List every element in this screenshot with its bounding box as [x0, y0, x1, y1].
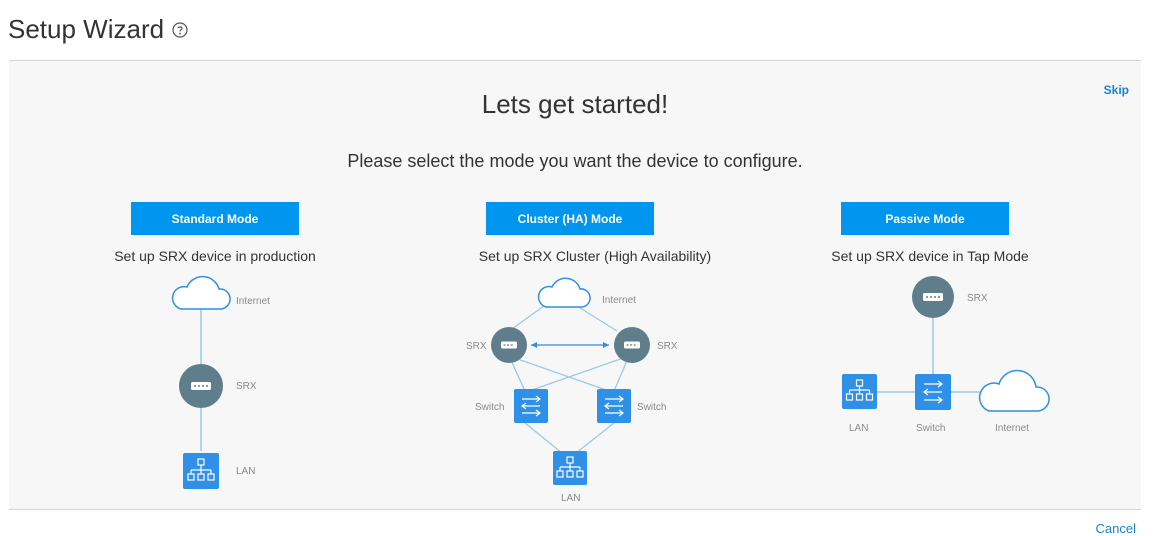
- cancel-link[interactable]: Cancel: [1096, 521, 1136, 536]
- internet-label: Internet: [236, 296, 270, 307]
- standard-mode-button[interactable]: Standard Mode: [131, 202, 299, 235]
- lan-label: LAN: [849, 423, 868, 434]
- page-title: Setup Wizard: [8, 14, 165, 44]
- switch-icon: [597, 389, 631, 423]
- switch-right-label: Switch: [637, 402, 666, 413]
- standard-mode-diagram: Internet SRX LAN: [171, 275, 270, 489]
- switch-label: Switch: [916, 423, 945, 434]
- switch-icon: [915, 374, 951, 410]
- link-line: [528, 355, 630, 392]
- setup-wizard-page: Setup Wizard Skip Lets get started! Plea…: [0, 0, 1153, 536]
- passive-mode-button[interactable]: Passive Mode: [841, 202, 1009, 235]
- firewall-icon: [179, 364, 223, 408]
- title-row: Setup Wizard: [8, 14, 188, 45]
- internet-label: Internet: [995, 423, 1029, 434]
- cluster-mode-button[interactable]: Cluster (HA) Mode: [486, 202, 654, 235]
- cluster-link: [531, 342, 609, 348]
- cloud-icon: [171, 275, 231, 310]
- firewall-icon: [491, 327, 527, 363]
- lan-label: LAN: [561, 493, 580, 504]
- wizard-panel: Skip Lets get started! Please select the…: [9, 60, 1141, 510]
- cluster-mode-description: Set up SRX Cluster (High Availability): [478, 248, 712, 264]
- passive-mode-diagram: SRX LAN Switch Internet: [842, 276, 1050, 434]
- firewall-icon: [912, 276, 954, 318]
- standard-mode-description: Set up SRX device in production: [114, 248, 316, 264]
- network-icon: [183, 453, 219, 489]
- firewall-icon: [614, 327, 650, 363]
- passive-mode-description: Set up SRX device in Tap Mode: [831, 248, 1029, 264]
- link-line: [575, 422, 615, 454]
- srx-label: SRX: [967, 293, 988, 304]
- cloud-icon: [978, 369, 1050, 412]
- lan-label: LAN: [236, 466, 255, 477]
- internet-label: Internet: [602, 295, 636, 306]
- switch-left-label: Switch: [475, 402, 504, 413]
- srx-label: SRX: [236, 381, 257, 392]
- srx-left-label: SRX: [466, 341, 487, 352]
- network-icon: [842, 374, 877, 409]
- wizard-subheading: Please select the mode you want the devi…: [347, 151, 803, 171]
- help-icon[interactable]: [172, 21, 188, 38]
- wizard-heading: Lets get started!: [481, 89, 669, 119]
- cluster-mode-diagram: Internet SRX SRX Switch Switch LAN: [466, 277, 678, 504]
- link-line: [524, 422, 563, 454]
- link-line: [508, 355, 610, 392]
- network-icon: [553, 451, 587, 485]
- cloud-icon: [537, 277, 591, 308]
- switch-icon: [514, 389, 548, 423]
- srx-right-label: SRX: [657, 341, 678, 352]
